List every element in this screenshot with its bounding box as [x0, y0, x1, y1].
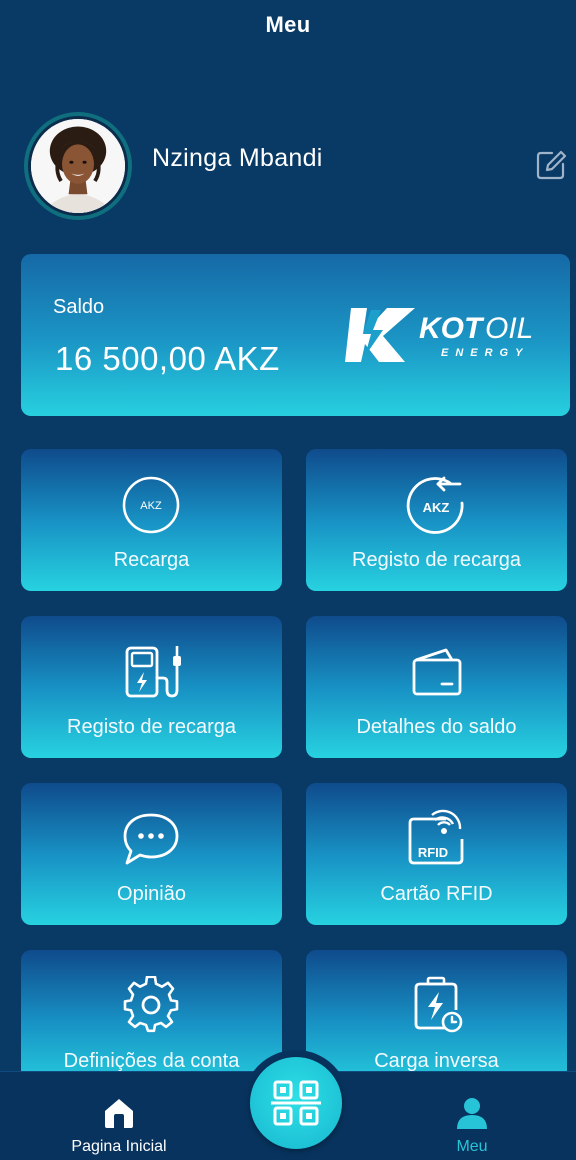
menu-registo-recarga-1[interactable]: AKZ Registo de recarga	[306, 449, 567, 591]
menu-label: Recarga	[113, 549, 190, 571]
nav-me-label: Meu	[456, 1138, 488, 1155]
menu-label: Carga inversa	[374, 1050, 499, 1072]
akz-icon-text: AKZ	[423, 500, 450, 515]
profile-name: Nzinga Mbandi	[152, 144, 323, 172]
qr-scan-button[interactable]	[250, 1057, 342, 1149]
user-avatar	[31, 119, 125, 213]
gear-icon	[123, 976, 179, 1033]
balance-card[interactable]: Saldo 16 500,00 AKZ KOT OIL ENERGY	[21, 254, 570, 416]
wallet-icon	[412, 648, 462, 696]
logo-subtitle: ENERGY	[441, 347, 529, 359]
logo-brand-oil: OIL	[485, 312, 533, 345]
kotoil-logo: KOT OIL ENERGY	[345, 308, 533, 362]
avatar[interactable]	[24, 112, 132, 220]
menu-label: Cartão RFID	[380, 883, 493, 905]
menu-label: Registo de recarga	[352, 549, 521, 571]
akz-icon-text: AKZ	[140, 500, 162, 512]
menu-label: Detalhes do saldo	[356, 716, 517, 738]
page-title: Meu	[265, 12, 311, 37]
menu-label: Registo de recarga	[67, 716, 236, 738]
akz-coin-icon: AKZ	[122, 476, 180, 534]
nav-home-label: Pagina Inicial	[71, 1138, 167, 1155]
edit-icon[interactable]	[534, 148, 568, 182]
menu-opiniao[interactable]: Opinião	[21, 783, 282, 925]
logo-brand-kot: KOT	[419, 312, 485, 345]
menu-registo-recarga-2[interactable]: Registo de recarga	[21, 616, 282, 758]
menu-detalhes-saldo[interactable]: Detalhes do saldo	[306, 616, 567, 758]
nav-home[interactable]: Pagina Inicial	[49, 1072, 189, 1160]
qr-scan-icon	[271, 1080, 321, 1126]
menu-cartao-rfid[interactable]: RFID Cartão RFID	[306, 783, 567, 925]
reverse-charge-icon	[414, 976, 463, 1033]
akz-history-icon: AKZ	[406, 476, 464, 534]
balance-label: Saldo	[53, 296, 105, 318]
home-icon	[105, 1099, 133, 1128]
menu-label: Definições da conta	[63, 1050, 240, 1072]
chat-bubble-icon	[123, 813, 179, 865]
person-icon	[457, 1098, 487, 1129]
menu-recarga[interactable]: AKZ Recarga	[21, 449, 282, 591]
rfid-icon-text: RFID	[418, 845, 448, 860]
rfid-card-icon: RFID	[408, 809, 464, 865]
charging-station-icon	[125, 646, 181, 698]
balance-value: 16 500,00 AKZ	[55, 340, 280, 377]
nav-me[interactable]: Meu	[402, 1072, 542, 1160]
profile-header: Nzinga Mbandi	[24, 112, 568, 222]
menu-label: Opinião	[117, 883, 186, 905]
